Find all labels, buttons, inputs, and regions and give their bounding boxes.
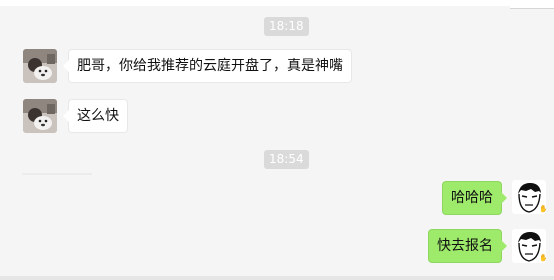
divider xyxy=(22,173,92,175)
window-control-area[interactable] xyxy=(510,0,554,9)
window-top-edge xyxy=(0,0,554,6)
contact-photo-icon xyxy=(23,99,57,133)
contact-photo-icon xyxy=(23,49,57,83)
message-bubble-outgoing[interactable]: 哈哈哈 xyxy=(442,181,507,215)
contact-avatar[interactable] xyxy=(23,49,57,83)
contact-avatar[interactable] xyxy=(23,99,57,133)
timestamp: 18:18 xyxy=(264,17,309,36)
message-bubble-incoming[interactable]: 这么快 xyxy=(63,99,128,133)
cartoon-face-icon: ✋ xyxy=(512,180,546,214)
svg-text:✋: ✋ xyxy=(539,253,546,262)
self-avatar[interactable]: ✋ xyxy=(512,180,546,214)
message-bubble-incoming[interactable]: 肥哥，你给我推荐的云庭开盘了，真是神嘴 xyxy=(63,49,352,83)
svg-text:✋: ✋ xyxy=(539,204,546,213)
message-bubble-outgoing[interactable]: 快去报名 xyxy=(428,229,507,263)
timestamp: 18:54 xyxy=(264,150,309,169)
input-area-edge xyxy=(0,276,554,280)
self-avatar[interactable]: ✋ xyxy=(512,229,546,263)
cartoon-face-icon: ✋ xyxy=(512,229,546,263)
